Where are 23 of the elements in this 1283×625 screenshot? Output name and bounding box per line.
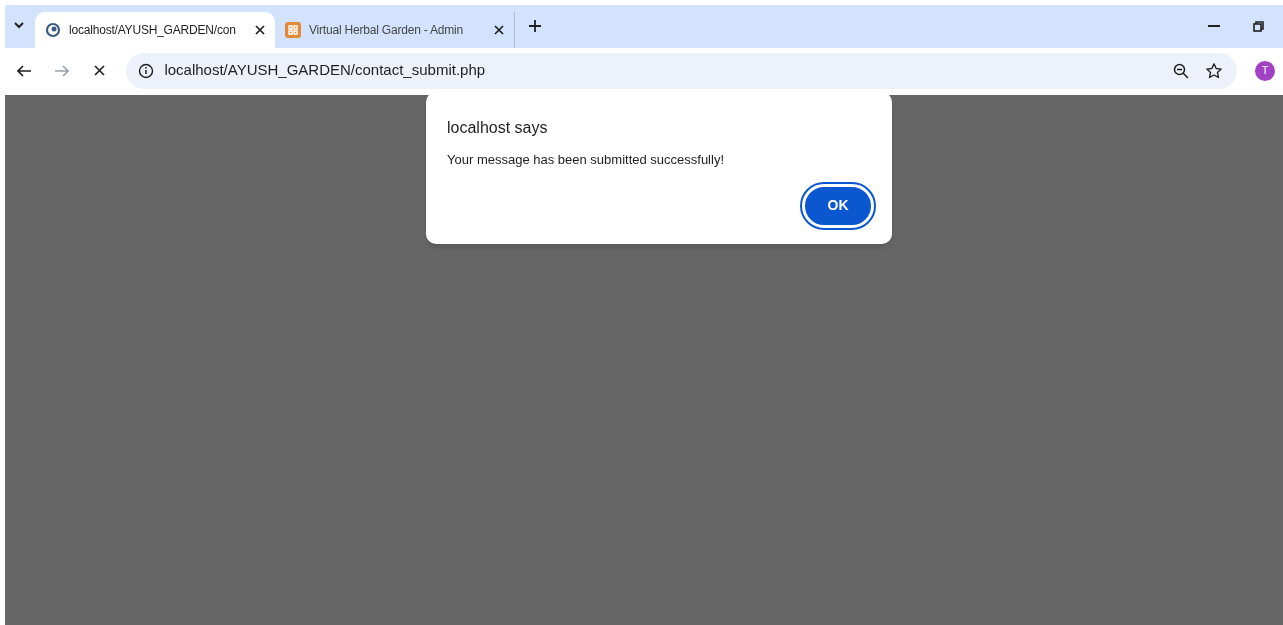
chevron-down-icon [14,21,24,29]
tab-title: localhost/AYUSH_GARDEN/con [69,22,237,39]
ok-button[interactable]: OK [802,183,874,228]
forward-arrow-icon [54,64,69,77]
dialog-message: Your message has been submitted successfully! [447,151,725,169]
browser-tab[interactable]: localhost/AYUSH_GARDEN/con [35,12,275,48]
close-icon[interactable] [494,25,504,35]
minimize-icon [1208,25,1220,27]
profile-avatar[interactable]: T [1255,60,1275,81]
star-icon[interactable] [1205,61,1224,80]
site-favicon-icon [285,22,301,38]
restore-icon [1252,20,1264,32]
close-icon [94,65,105,76]
info-icon [138,62,155,79]
address-bar[interactable]: localhost/AYUSH_GARDEN/contact_submit.php [126,52,1238,89]
close-icon[interactable] [255,25,265,35]
tab-title: Virtual Herbal Garden - Admin [309,22,465,39]
dialog-title: localhost says [447,118,549,138]
loading-spinner-icon [45,22,61,38]
back-arrow-icon [16,64,31,77]
zoom-out-icon[interactable] [1173,62,1190,79]
plus-icon [529,20,541,32]
url-text: localhost/AYUSH_GARDEN/contact_submit.php [164,60,486,81]
